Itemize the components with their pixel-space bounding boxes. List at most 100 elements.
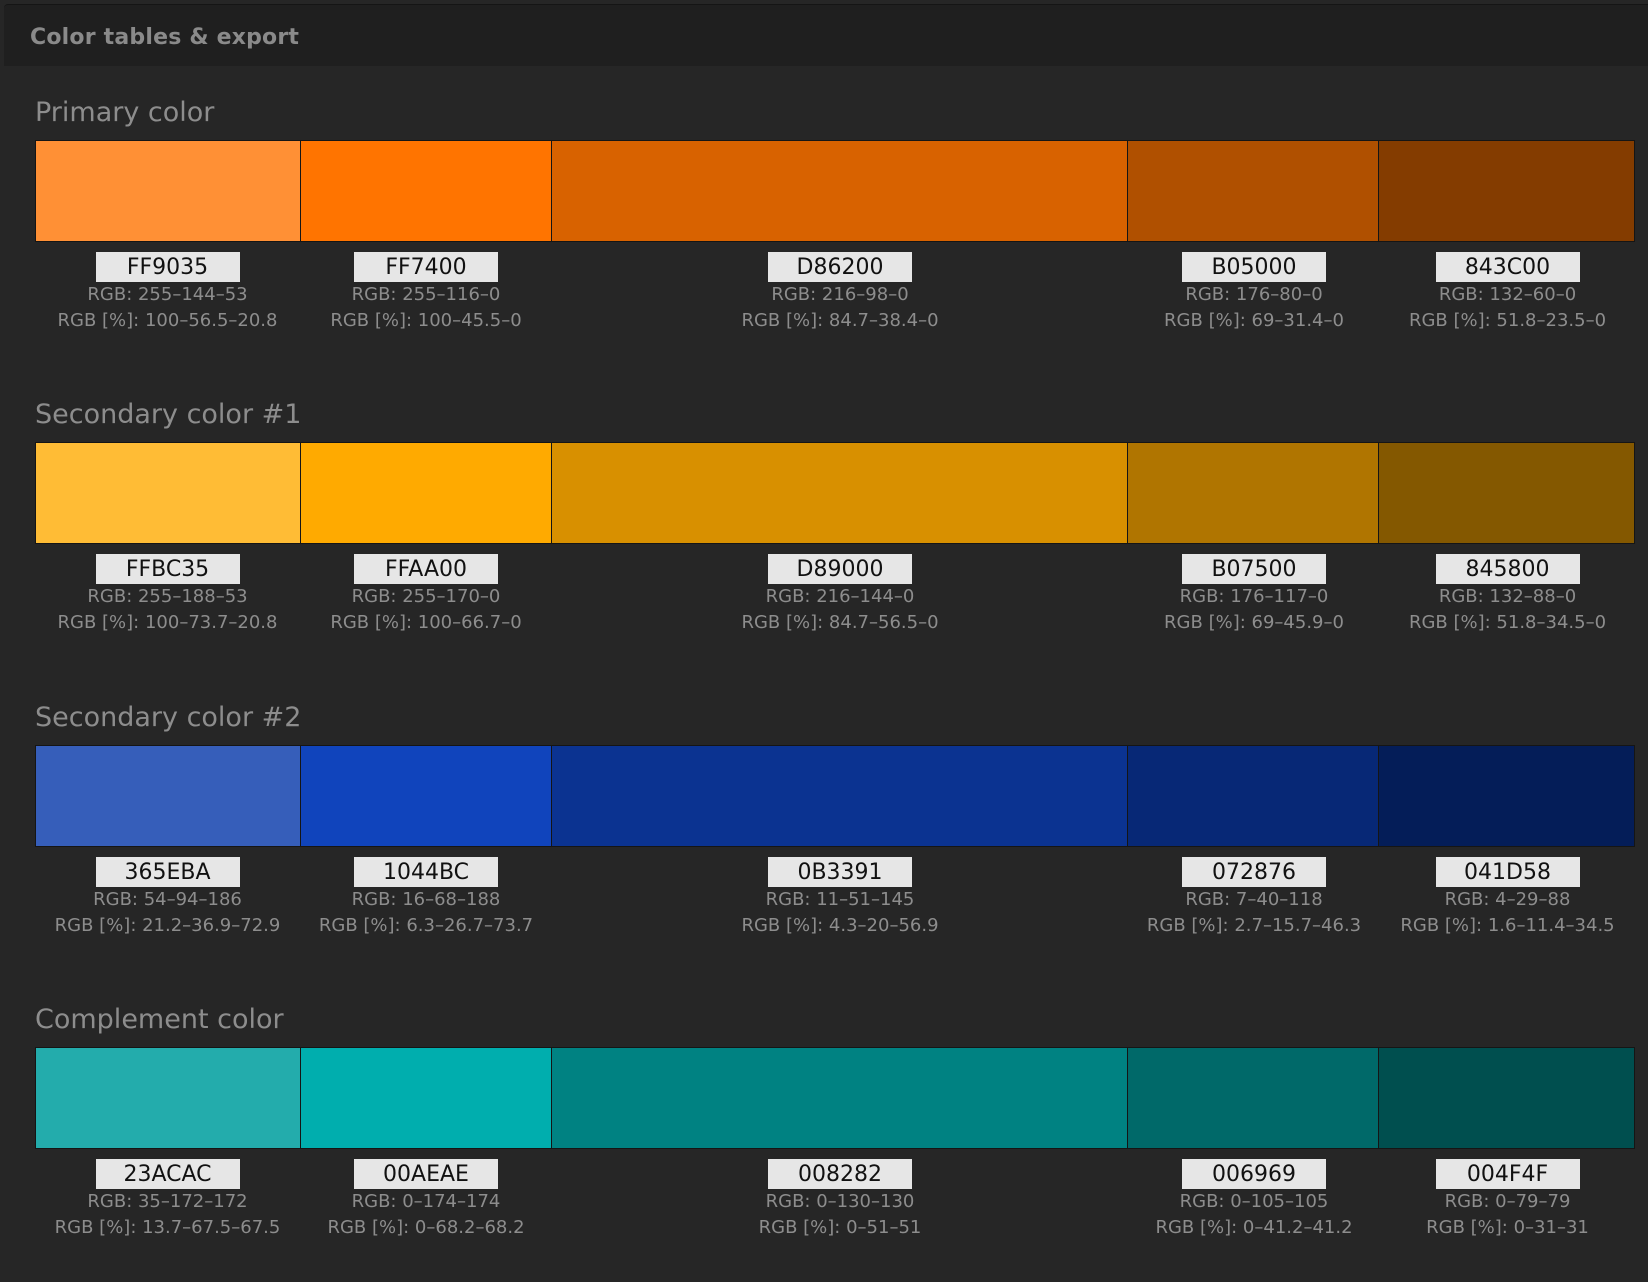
rgb-percent-value: RGB [%]: 2.7–15.7–46.3 xyxy=(1146,915,1362,936)
swatch-info: 00AEAE RGB: 0–174–174 RGB [%]: 0–68.2–68.2 xyxy=(300,1159,552,1241)
color-swatch[interactable] xyxy=(300,443,553,543)
swatch-bar xyxy=(35,745,1635,847)
color-swatch[interactable] xyxy=(1379,443,1635,543)
hex-code-field[interactable]: 0B3391 xyxy=(768,857,912,887)
hex-code-field[interactable]: 008282 xyxy=(768,1159,912,1189)
hex-code-field[interactable]: FF9035 xyxy=(95,252,240,282)
swatch-info: 1044BC RGB: 16–68–188 RGB [%]: 6.3–26.7–73… xyxy=(300,857,552,939)
rgb-value: RGB: 255–188–53 xyxy=(87,586,248,607)
rgb-value: RGB: 0–105–105 xyxy=(1179,1191,1329,1212)
color-swatch[interactable] xyxy=(1127,1048,1380,1148)
color-swatch[interactable] xyxy=(300,1048,553,1148)
hex-code-field[interactable]: 23ACAC xyxy=(95,1159,240,1189)
hex-code-field[interactable]: FFAA00 xyxy=(354,554,498,584)
swatch-info: 365EBA RGB: 54–94–186 RGB [%]: 21.2–36.9–7… xyxy=(35,857,300,939)
color-swatch[interactable] xyxy=(552,1048,1128,1148)
hex-code-field[interactable]: FF7400 xyxy=(354,252,498,282)
hex-code-field[interactable]: B05000 xyxy=(1182,252,1326,282)
section-title: Complement color xyxy=(35,1004,284,1035)
swatch-labels: FFBC35 RGB: 255–188–53 RGB [%]: 100–73.7–2… xyxy=(35,554,1635,644)
rgb-value: RGB: 54–94–186 xyxy=(93,889,242,910)
swatch-info: 006969 RGB: 0–105–105 RGB [%]: 0–41.2–41.2 xyxy=(1128,1159,1380,1241)
swatch-info: FFBC35 RGB: 255–188–53 RGB [%]: 100–73.7–2… xyxy=(35,554,300,636)
section-title: Primary color xyxy=(35,97,215,128)
swatch-info: FF7400 RGB: 255–116–0 RGB [%]: 100–45.5–0 xyxy=(300,252,552,334)
hex-code-field[interactable]: B07500 xyxy=(1182,554,1326,584)
color-swatch[interactable] xyxy=(1379,141,1635,241)
section-title: Secondary color #2 xyxy=(35,702,302,733)
color-swatch[interactable] xyxy=(552,746,1128,846)
rgb-percent-value: RGB [%]: 84.7–38.4–0 xyxy=(741,310,939,331)
swatch-info: B07500 RGB: 176–117–0 RGB [%]: 69–45.9–0 xyxy=(1128,554,1380,636)
rgb-value: RGB: 7–40–118 xyxy=(1185,889,1323,910)
rgb-percent-value: RGB [%]: 100–73.7–20.8 xyxy=(57,612,278,633)
rgb-percent-value: RGB [%]: 100–56.5–20.8 xyxy=(57,310,278,331)
rgb-percent-value: RGB [%]: 0–51–51 xyxy=(758,1217,922,1238)
swatch-info: FF9035 RGB: 255–144–53 RGB [%]: 100–56.5–2… xyxy=(35,252,300,334)
rgb-percent-value: RGB [%]: 0–68.2–68.2 xyxy=(327,1217,525,1238)
color-swatch[interactable] xyxy=(300,746,553,846)
swatch-info: 041D58 RGB: 4–29–88 RGB [%]: 1.6–11.4–34.5 xyxy=(1380,857,1635,939)
rgb-value: RGB: 176–80–0 xyxy=(1185,284,1323,305)
panel-title: Color tables & export xyxy=(30,25,300,50)
color-swatch[interactable] xyxy=(552,141,1128,241)
color-swatch[interactable] xyxy=(552,443,1128,543)
color-swatch[interactable] xyxy=(1127,141,1380,241)
swatch-info: D86200 RGB: 216–98–0 RGB [%]: 84.7–38.4–0 xyxy=(552,252,1128,334)
rgb-percent-value: RGB [%]: 69–45.9–0 xyxy=(1164,612,1344,633)
swatch-info: B05000 RGB: 176–80–0 RGB [%]: 69–31.4–0 xyxy=(1128,252,1380,334)
rgb-value: RGB: 0–79–79 xyxy=(1444,1191,1571,1212)
color-swatch[interactable] xyxy=(36,746,301,846)
rgb-value: RGB: 4–29–88 xyxy=(1444,889,1571,910)
color-swatch[interactable] xyxy=(36,443,301,543)
rgb-value: RGB: 132–60–0 xyxy=(1438,284,1577,305)
hex-code-field[interactable]: 843C00 xyxy=(1435,252,1580,282)
hex-code-field[interactable]: D89000 xyxy=(768,554,912,584)
rgb-value: RGB: 11–51–145 xyxy=(765,889,915,910)
color-swatch[interactable] xyxy=(1127,443,1380,543)
rgb-value: RGB: 132–88–0 xyxy=(1438,586,1577,607)
color-swatch[interactable] xyxy=(1379,1048,1635,1148)
swatch-info: D89000 RGB: 216–144–0 RGB [%]: 84.7–56.5–0 xyxy=(552,554,1128,636)
hex-code-field[interactable]: 845800 xyxy=(1435,554,1580,584)
swatch-info: 23ACAC RGB: 35–172–172 RGB [%]: 13.7–67.5–… xyxy=(35,1159,300,1241)
hex-code-field[interactable]: FFBC35 xyxy=(95,554,240,584)
rgb-percent-value: RGB [%]: 69–31.4–0 xyxy=(1164,310,1344,331)
swatch-info: FFAA00 RGB: 255–170–0 RGB [%]: 100–66.7–0 xyxy=(300,554,552,636)
swatch-info: 072876 RGB: 7–40–118 RGB [%]: 2.7–15.7–46.… xyxy=(1128,857,1380,939)
hex-code-field[interactable]: D86200 xyxy=(768,252,912,282)
rgb-percent-value: RGB [%]: 100–66.7–0 xyxy=(330,612,522,633)
color-swatch[interactable] xyxy=(1127,746,1380,846)
hex-code-field[interactable]: 072876 xyxy=(1182,857,1326,887)
rgb-percent-value: RGB [%]: 4.3–20–56.9 xyxy=(741,915,939,936)
hex-code-field[interactable]: 041D58 xyxy=(1435,857,1580,887)
rgb-value: RGB: 255–170–0 xyxy=(351,586,501,607)
rgb-percent-value: RGB [%]: 0–31–31 xyxy=(1426,1217,1589,1238)
panel-header: Color tables & export xyxy=(4,4,1648,66)
rgb-value: RGB: 255–116–0 xyxy=(351,284,501,305)
swatch-bar xyxy=(35,442,1635,544)
rgb-value: RGB: 255–144–53 xyxy=(87,284,248,305)
swatch-bar xyxy=(35,1047,1635,1149)
rgb-percent-value: RGB [%]: 13.7–67.5–67.5 xyxy=(54,1217,281,1238)
hex-code-field[interactable]: 365EBA xyxy=(95,857,240,887)
color-swatch[interactable] xyxy=(300,141,553,241)
rgb-value: RGB: 16–68–188 xyxy=(351,889,501,910)
rgb-percent-value: RGB [%]: 100–45.5–0 xyxy=(330,310,522,331)
hex-code-field[interactable]: 1044BC xyxy=(354,857,498,887)
swatch-info: 0B3391 RGB: 11–51–145 RGB [%]: 4.3–20–56.9 xyxy=(552,857,1128,939)
hex-code-field[interactable]: 004F4F xyxy=(1435,1159,1580,1189)
swatch-labels: FF9035 RGB: 255–144–53 RGB [%]: 100–56.5–2… xyxy=(35,252,1635,342)
color-swatch[interactable] xyxy=(1379,746,1635,846)
rgb-percent-value: RGB [%]: 51.8–23.5–0 xyxy=(1408,310,1607,331)
rgb-percent-value: RGB [%]: 1.6–11.4–34.5 xyxy=(1400,915,1615,936)
hex-code-field[interactable]: 00AEAE xyxy=(354,1159,498,1189)
color-swatch[interactable] xyxy=(36,1048,301,1148)
section-title: Secondary color #1 xyxy=(35,399,302,430)
rgb-percent-value: RGB [%]: 0–41.2–41.2 xyxy=(1155,1217,1353,1238)
color-swatch[interactable] xyxy=(36,141,301,241)
rgb-value: RGB: 216–144–0 xyxy=(765,586,915,607)
swatch-info: 845800 RGB: 132–88–0 RGB [%]: 51.8–34.5–0 xyxy=(1380,554,1635,636)
rgb-value: RGB: 176–117–0 xyxy=(1179,586,1329,607)
hex-code-field[interactable]: 006969 xyxy=(1182,1159,1326,1189)
